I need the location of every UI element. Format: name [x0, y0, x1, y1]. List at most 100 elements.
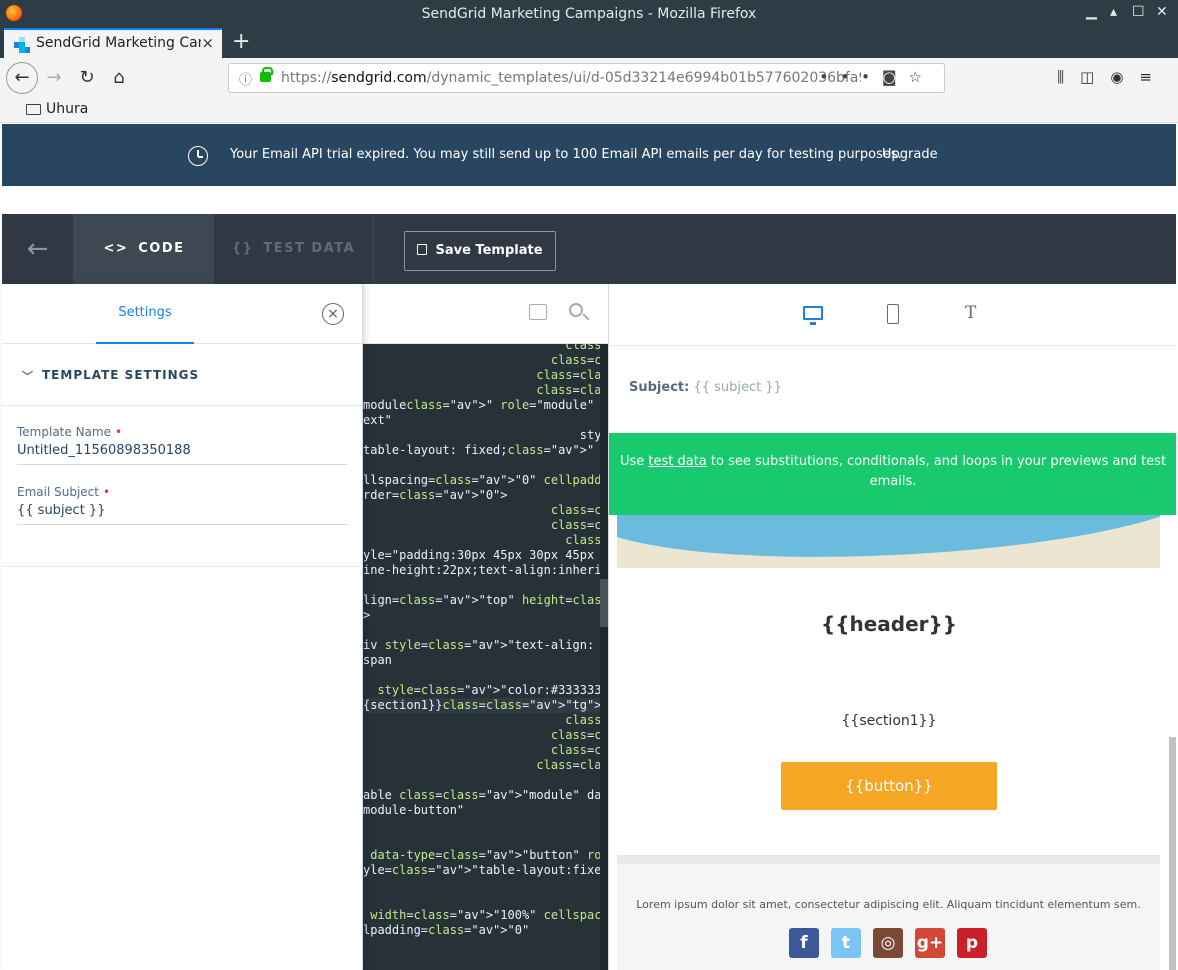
code-line[interactable] — [363, 458, 600, 473]
code-line[interactable]: table-layout: fixed;class="av">" width="… — [363, 443, 608, 458]
code-line[interactable]: class=class="av">"tg"></td> — [363, 713, 608, 728]
code-line[interactable]: yle="padding:30px 45px 30px 45px — [363, 548, 600, 563]
mobile-icon[interactable] — [887, 304, 899, 324]
code-line[interactable]: able class=class="av">"module" data-role — [363, 788, 608, 803]
preview-scrollbar[interactable] — [1169, 737, 1176, 970]
template-name-field[interactable]: Template Name • Untitled_11560898350188 — [17, 425, 347, 465]
code-line[interactable]: llspacing=class="av">"0" cellpadding=cla… — [363, 473, 608, 488]
tab-close-icon[interactable]: × — [201, 34, 214, 52]
maximize-icon[interactable]: ☐ — [1132, 4, 1145, 20]
code-scroll-thumb[interactable] — [600, 579, 608, 627]
minimize-icon[interactable]: ▁ — [1086, 4, 1097, 20]
code-line[interactable]: class=class="av">"tg"></tr> — [363, 728, 608, 743]
lock-icon — [260, 67, 273, 82]
page-actions-icon[interactable]: ••• — [819, 68, 882, 86]
spacer — [2, 186, 1176, 214]
code-line[interactable]: class=class="av">"tg"></tbody> — [363, 743, 608, 758]
email-button[interactable]: {{button}} — [781, 762, 997, 810]
code-line[interactable]: class=class="av">"tg"><tr> — [363, 518, 608, 533]
code-editor[interactable]: lpadding=class="av">"0" width=class="av"… — [363, 344, 608, 970]
tab-settings[interactable]: Settings — [96, 284, 194, 344]
instagram-icon[interactable]: ◎ — [873, 928, 903, 958]
code-line[interactable]: iv style=class="av">"text-align: center;… — [363, 638, 608, 653]
bookmarks-toolbar: Uhura — [0, 98, 1178, 123]
code-line[interactable]: ine-height:22px;text-align:inherit — [363, 563, 608, 578]
template-settings-header[interactable]: ﹀ TEMPLATE SETTINGS — [2, 344, 363, 406]
code-line[interactable] — [363, 878, 600, 893]
code-line[interactable] — [363, 833, 600, 848]
code-scrollbar[interactable] — [600, 344, 608, 970]
desktop-icon[interactable] — [803, 306, 823, 325]
facebook-icon[interactable]: f — [789, 928, 819, 958]
code-line[interactable]: class=class="av">"tg"><td — [363, 533, 608, 548]
back-arrow-button[interactable]: ← — [2, 214, 74, 284]
code-line[interactable] — [363, 818, 600, 833]
code-line[interactable] — [363, 893, 600, 908]
email-subject-value[interactable]: {{ subject }} — [17, 503, 347, 518]
close-window-icon[interactable]: ✕ — [1156, 4, 1168, 20]
url-bar[interactable]: ⓘ https://sendgrid.com/dynamic_templates… — [228, 63, 945, 93]
code-line[interactable]: yle=class="av">"table-layout:fixed" — [363, 863, 608, 878]
email-footer: Lorem ipsum dolor sit amet, consectetur … — [617, 855, 1160, 970]
code-line[interactable] — [363, 578, 600, 593]
bookmark-uhura[interactable]: Uhura — [46, 101, 88, 117]
google-plus-icon[interactable]: g+ — [915, 928, 945, 958]
reload-button[interactable]: ↻ — [73, 64, 101, 92]
home-button[interactable]: ⌂ — [105, 64, 133, 92]
code-line[interactable]: class=class="av">"tg"><tbody> — [363, 503, 608, 518]
menu-icon[interactable]: ≡ — [1139, 68, 1168, 86]
save-template-button[interactable]: Save Template — [404, 231, 556, 271]
pinterest-icon[interactable]: p — [957, 928, 987, 958]
code-line[interactable]: lpadding=class="av">"0" — [363, 923, 600, 938]
plain-text-icon[interactable]: T — [965, 303, 976, 323]
url-text[interactable]: https://sendgrid.com/dynamic_templates/u… — [281, 70, 861, 86]
settings-panel: Settings × ﹀ TEMPLATE SETTINGS Template … — [2, 284, 363, 970]
code-line[interactable]: class=class="av">"tg"></td> — [363, 344, 608, 353]
code-line[interactable]: style — [363, 428, 608, 443]
code-line[interactable]: {section1}}class=class="av">"tg"></span>… — [363, 698, 608, 713]
test-data-link[interactable]: test data — [648, 454, 706, 469]
banner-message: Your Email API trial expired. You may st… — [230, 147, 902, 162]
chevron-down-icon: ﹀ — [22, 370, 34, 383]
code-line[interactable]: width=class="av">"100%" cellspacing=clas… — [363, 908, 608, 923]
email-header: {{header}} — [821, 612, 957, 636]
code-line[interactable]: class=class="av">"tg"></tbody> — [363, 353, 608, 368]
template-name-value[interactable]: Untitled_11560898350188 — [17, 443, 347, 458]
code-line[interactable]: span — [363, 653, 600, 668]
code-line[interactable]: style=class="av">"color:#333333;" — [363, 683, 608, 698]
image-icon[interactable] — [529, 304, 547, 320]
code-line[interactable]: class=class="av">"tg"></table> — [363, 758, 608, 773]
search-icon[interactable] — [569, 303, 583, 317]
back-button[interactable]: ← — [6, 62, 38, 94]
code-line[interactable]: moduleclass="av">" role="module" data-ty… — [363, 398, 608, 413]
code-line[interactable]: ext" — [363, 413, 600, 428]
code-toolbar — [363, 284, 608, 344]
code-line[interactable] — [363, 773, 600, 788]
code-line[interactable]: class=class="av">"tg"></table> — [363, 368, 608, 383]
bookmark-star-icon[interactable]: ☆ — [909, 68, 934, 86]
preview-toolbar: T — [609, 284, 1176, 346]
code-line[interactable]: data-type=class="av">"button" role=class… — [363, 848, 608, 863]
forward-button[interactable]: → — [40, 64, 68, 92]
pocket-icon[interactable]: ◙ — [882, 68, 909, 86]
email-subject-field[interactable]: Email Subject • {{ subject }} — [17, 485, 347, 525]
info-icon[interactable]: ⓘ — [239, 69, 252, 88]
code-line[interactable]: class=class="av">"tg"><table class — [363, 383, 608, 398]
code-line[interactable]: rder=class="av">"0"> — [363, 488, 600, 503]
close-panel-icon[interactable]: × — [322, 303, 344, 325]
new-tab-button[interactable]: + — [232, 29, 250, 54]
code-line[interactable]: > — [363, 608, 600, 623]
code-line[interactable] — [363, 623, 600, 638]
code-line[interactable]: module-button" — [363, 803, 600, 818]
code-line[interactable] — [363, 668, 600, 683]
browser-tab[interactable]: SendGrid Marketing Campaigns × — [4, 28, 222, 58]
account-icon[interactable]: ◉ — [1110, 68, 1139, 86]
tab-test-data[interactable]: {} TEST DATA — [214, 214, 374, 284]
library-icon[interactable]: ⫼ — [1057, 68, 1080, 86]
upgrade-link[interactable]: Upgrade — [882, 147, 938, 162]
twitter-icon[interactable]: t — [831, 928, 861, 958]
sidebar-icon[interactable]: ◫ — [1080, 68, 1110, 86]
code-line[interactable]: lign=class="av">"top" height=class="av">… — [363, 593, 608, 608]
tab-code[interactable]: <> CODE — [74, 214, 214, 284]
restore-icon[interactable]: ▴ — [1110, 4, 1117, 20]
